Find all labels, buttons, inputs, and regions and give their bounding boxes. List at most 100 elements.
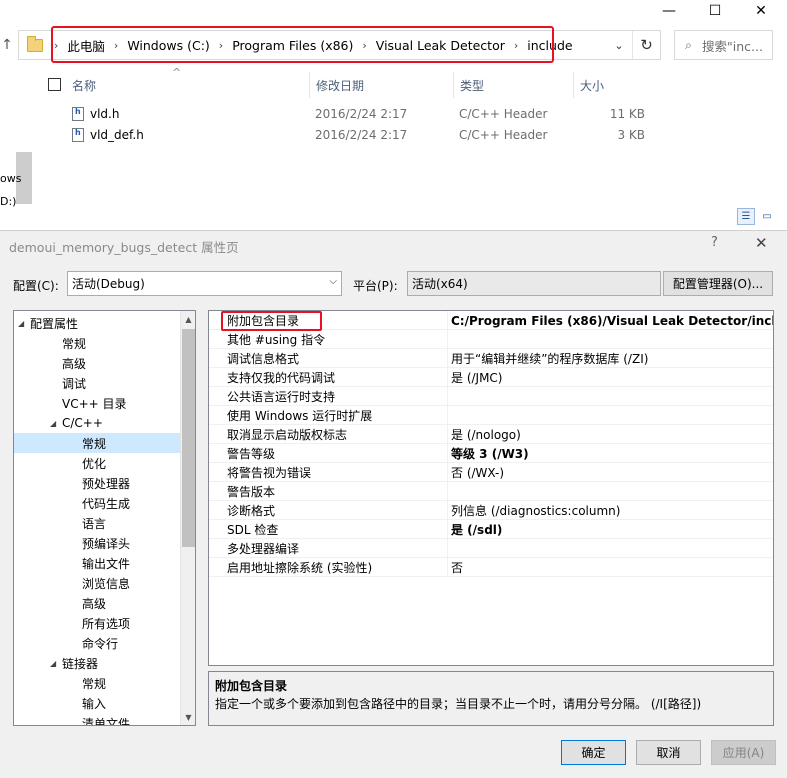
property-value[interactable]: C:/Program Files (x86)/Visual Leak Detec… bbox=[447, 311, 773, 330]
chevron-down-icon[interactable]: ⌄ bbox=[606, 31, 632, 59]
tree-item[interactable]: 清单文件 bbox=[14, 713, 180, 726]
property-name: 启用地址擦除系统 (实验性) bbox=[227, 561, 373, 575]
tree-item[interactable]: 预处理器 bbox=[14, 473, 180, 493]
tree-item[interactable]: 高级 bbox=[14, 353, 180, 373]
property-row[interactable]: 公共语言运行时支持 bbox=[209, 387, 773, 406]
help-icon[interactable]: ? bbox=[711, 235, 718, 250]
property-row[interactable]: 警告等级 等级 3 (/W3) bbox=[209, 444, 773, 463]
property-row[interactable]: 诊断格式 列信息 (/diagnostics:column) bbox=[209, 501, 773, 520]
search-placeholder: 搜索"inc... bbox=[702, 38, 763, 54]
property-row[interactable]: 支持仅我的代码调试 是 (/JMC) bbox=[209, 368, 773, 387]
file-explorer-window: — ☐ ✕ ↑ › 此电脑 › Windows (C:) › Program F… bbox=[0, 0, 787, 230]
expand-triangle-icon[interactable]: ◢ bbox=[50, 659, 62, 668]
highlight-box-property bbox=[221, 311, 322, 331]
up-arrow-icon[interactable]: ↑ bbox=[0, 34, 14, 56]
expand-triangle-icon[interactable]: ◢ bbox=[50, 419, 62, 428]
file-list-header: 名称 修改日期 类型 大小 bbox=[40, 72, 660, 98]
tree-item[interactable]: 常规 bbox=[14, 333, 180, 353]
property-value[interactable]: 用于“编辑并继续”的程序数据库 (/ZI) bbox=[447, 349, 773, 368]
tree-item-label: VC++ 目录 bbox=[62, 396, 127, 411]
property-name: 支持仅我的代码调试 bbox=[227, 371, 336, 385]
tree-item[interactable]: 优化 bbox=[14, 453, 180, 473]
property-row[interactable]: 警告版本 bbox=[209, 482, 773, 501]
property-row[interactable]: 启用地址擦除系统 (实验性) 否 bbox=[209, 558, 773, 577]
property-value[interactable]: 否 (/WX-) bbox=[447, 463, 773, 482]
property-name: 将警告视为错误 bbox=[227, 466, 312, 480]
column-type[interactable]: 类型 bbox=[454, 72, 574, 98]
configuration-select[interactable]: 活动(Debug) ⌵ bbox=[67, 271, 342, 296]
property-value[interactable]: 是 (/sdl) bbox=[447, 520, 773, 539]
cancel-button[interactable]: 取消 bbox=[636, 740, 701, 765]
column-modified[interactable]: 修改日期 bbox=[310, 72, 454, 98]
nav-pane-clipped-text: D:) bbox=[0, 195, 17, 208]
configuration-manager-button[interactable]: 配置管理器(O)... bbox=[663, 271, 773, 296]
platform-value: 活动(x64) bbox=[412, 277, 468, 291]
maximize-button[interactable]: ☐ bbox=[692, 0, 738, 22]
details-view-icon[interactable]: ☰ bbox=[737, 208, 755, 225]
close-icon[interactable]: ✕ bbox=[755, 234, 768, 252]
file-row-vld-def-h[interactable]: vld_def.h 2016/2/24 2:17 C/C++ Header 3 … bbox=[70, 124, 670, 146]
property-value[interactable] bbox=[447, 330, 773, 349]
property-name: 取消显示启动版权标志 bbox=[227, 428, 348, 442]
property-row[interactable]: 取消显示启动版权标志 是 (/nologo) bbox=[209, 425, 773, 444]
column-name[interactable]: 名称 bbox=[66, 72, 310, 98]
tree-item[interactable]: 输入 bbox=[14, 693, 180, 713]
property-name: 公共语言运行时支持 bbox=[227, 390, 336, 404]
tree-scrollbar[interactable]: ▲ ▼ bbox=[180, 311, 195, 725]
property-value[interactable] bbox=[447, 387, 773, 406]
property-value[interactable]: 等级 3 (/W3) bbox=[447, 444, 773, 463]
apply-button[interactable]: 应用(A) bbox=[711, 740, 776, 765]
tree-item[interactable]: VC++ 目录 bbox=[14, 393, 180, 413]
tree-item[interactable]: 常规 bbox=[14, 433, 180, 453]
tree-item[interactable]: 常规 bbox=[14, 673, 180, 693]
refresh-icon[interactable]: ↻ bbox=[632, 31, 660, 59]
property-value[interactable] bbox=[447, 539, 773, 558]
tree-item-label: 所有选项 bbox=[82, 616, 131, 631]
scrollbar-thumb[interactable] bbox=[182, 329, 195, 547]
ok-button[interactable]: 确定 bbox=[561, 740, 626, 765]
property-row[interactable]: 使用 Windows 运行时扩展 bbox=[209, 406, 773, 425]
search-icon: ⌕ bbox=[685, 37, 693, 52]
platform-select[interactable]: 活动(x64) bbox=[407, 271, 661, 296]
configuration-value: 活动(Debug) bbox=[72, 277, 145, 291]
file-row-vld-h[interactable]: vld.h 2016/2/24 2:17 C/C++ Header 11 KB bbox=[70, 103, 670, 125]
property-row[interactable]: 调试信息格式 用于“编辑并继续”的程序数据库 (/ZI) bbox=[209, 349, 773, 368]
tree-item[interactable]: ◢ 配置属性 bbox=[14, 313, 180, 333]
property-value[interactable]: 是 (/JMC) bbox=[447, 368, 773, 387]
property-value[interactable]: 列信息 (/diagnostics:column) bbox=[447, 501, 773, 520]
property-value[interactable] bbox=[447, 482, 773, 501]
tree-item-label: 优化 bbox=[82, 456, 107, 471]
tree-item[interactable]: 代码生成 bbox=[14, 493, 180, 513]
property-value[interactable] bbox=[447, 406, 773, 425]
property-row[interactable]: SDL 检查 是 (/sdl) bbox=[209, 520, 773, 539]
file-type: C/C++ Header bbox=[459, 128, 548, 142]
tree-item[interactable]: 浏览信息 bbox=[14, 573, 180, 593]
tree-item-label: 高级 bbox=[62, 356, 87, 371]
minimize-button[interactable]: — bbox=[646, 0, 692, 22]
tree-item[interactable]: 预编译头 bbox=[14, 533, 180, 553]
close-window-button[interactable]: ✕ bbox=[738, 0, 784, 22]
expand-triangle-icon[interactable]: ◢ bbox=[18, 319, 30, 328]
tree-item[interactable]: 输出文件 bbox=[14, 553, 180, 573]
property-row[interactable]: 将警告视为错误 否 (/WX-) bbox=[209, 463, 773, 482]
tree-item[interactable]: 语言 bbox=[14, 513, 180, 533]
column-size[interactable]: 大小 bbox=[574, 72, 660, 98]
tree-item[interactable]: ◢ 链接器 bbox=[14, 653, 180, 673]
scroll-up-icon[interactable]: ▲ bbox=[181, 311, 195, 327]
tree-item[interactable]: 调试 bbox=[14, 373, 180, 393]
property-value[interactable]: 否 bbox=[447, 558, 773, 577]
tree-item[interactable]: 命令行 bbox=[14, 633, 180, 653]
tree-item[interactable]: 高级 bbox=[14, 593, 180, 613]
property-row[interactable]: 多处理器编译 bbox=[209, 539, 773, 558]
scroll-down-icon[interactable]: ▼ bbox=[181, 709, 195, 725]
tree-item[interactable]: 所有选项 bbox=[14, 613, 180, 633]
tree-item-label: 浏览信息 bbox=[82, 576, 131, 591]
file-size: 11 KB bbox=[609, 107, 645, 121]
property-value[interactable]: 是 (/nologo) bbox=[447, 425, 773, 444]
property-row[interactable]: 其他 #using 指令 bbox=[209, 330, 773, 349]
large-icons-view-icon[interactable]: ▭ bbox=[758, 208, 776, 225]
tree-item[interactable]: ◢ C/C++ bbox=[14, 413, 180, 433]
description-text: 指定一个或多个要添加到包含路径中的目录；当目录不止一个时，请用分号分隔。 (/I… bbox=[215, 697, 702, 711]
search-input[interactable]: ⌕ 搜索"inc... bbox=[674, 30, 773, 60]
tree-item-label: C/C++ bbox=[62, 416, 103, 430]
